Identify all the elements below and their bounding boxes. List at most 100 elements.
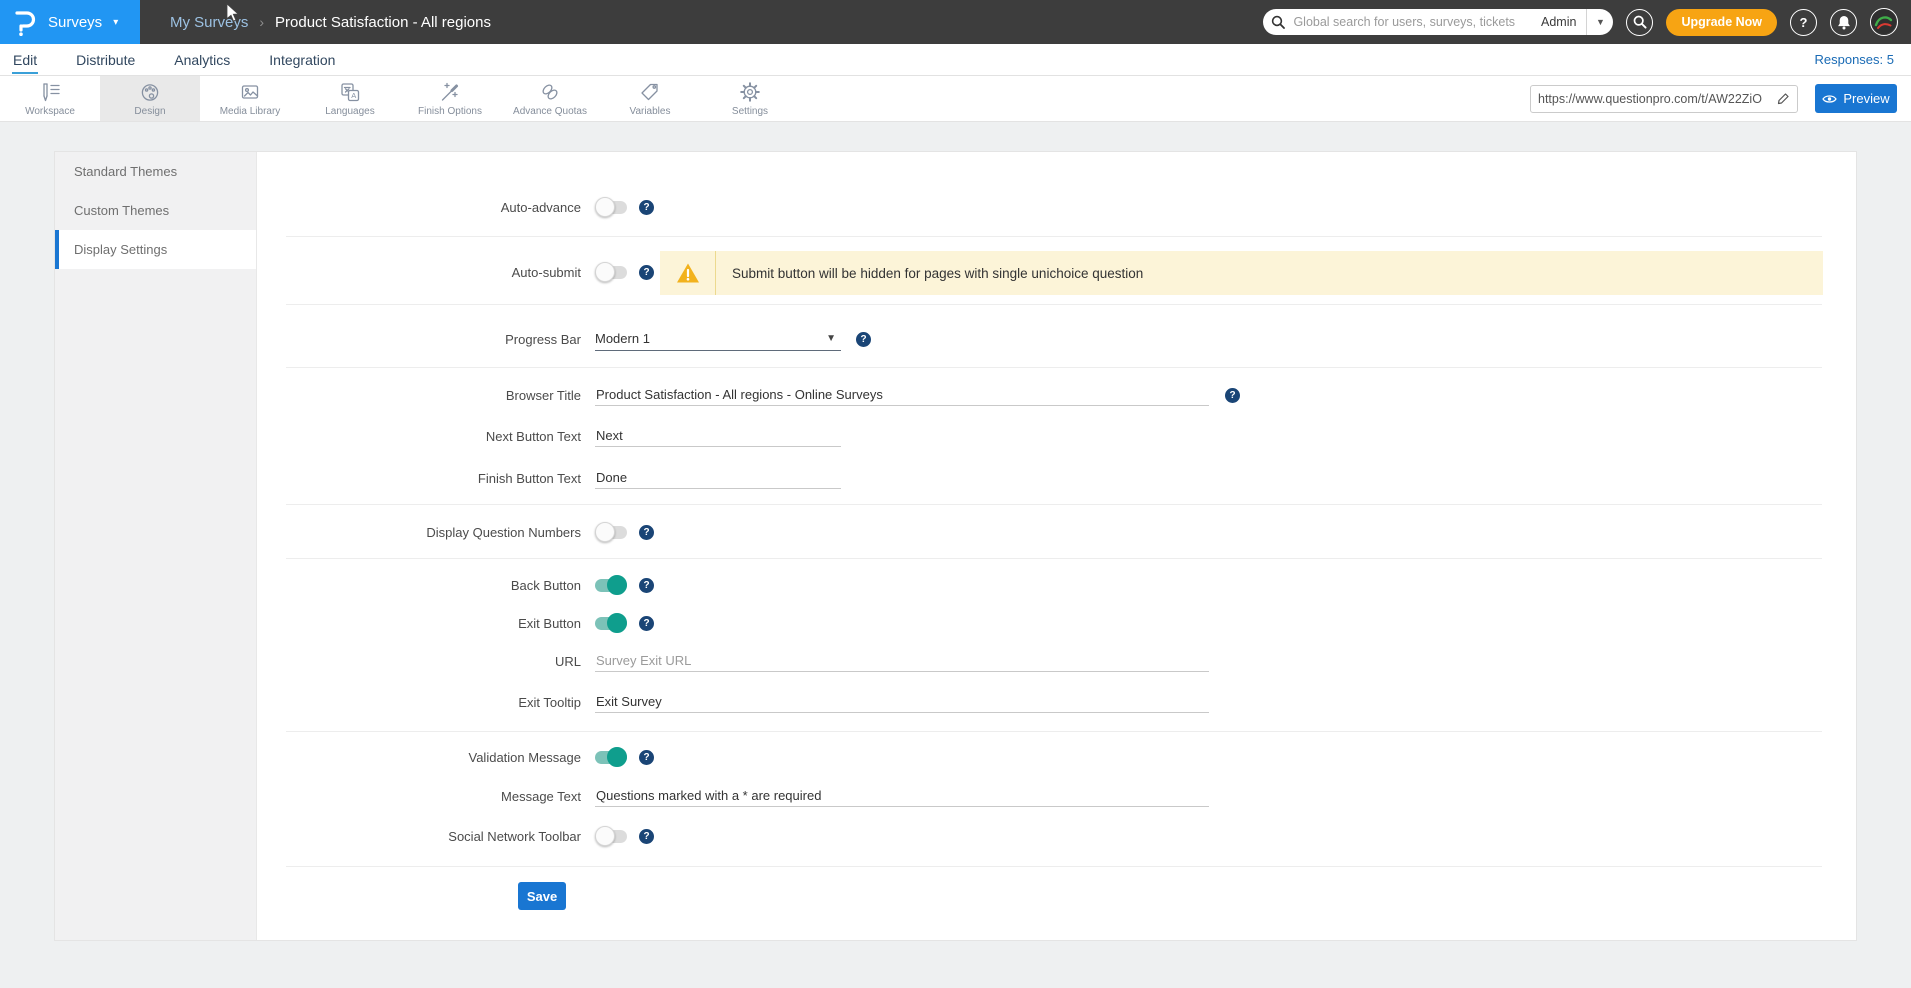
search-input[interactable] [1293,15,1531,29]
toggle-knob [595,262,615,282]
help-icon[interactable]: ? [856,332,871,347]
finish-button-text-input[interactable] [595,467,841,489]
sidebar-item-custom-themes[interactable]: Custom Themes [55,191,256,230]
validation-message-toggle[interactable] [595,751,627,764]
display-question-numbers-label: Display Question Numbers [257,525,581,540]
display-question-numbers-toggle[interactable] [595,526,627,539]
save-button[interactable]: Save [518,882,566,910]
help-icon[interactable]: ? [639,200,654,215]
auto-advance-toggle[interactable] [595,201,627,214]
divider [286,866,1822,867]
browser-title-input[interactable] [595,384,1209,406]
tab-integration[interactable]: Integration [268,46,336,74]
finish-options-wand-icon [438,80,462,104]
auto-advance-label: Auto-advance [257,200,581,215]
toolbar-item-advance-quotas[interactable]: Advance Quotas [500,76,600,121]
responses-count[interactable]: Responses: 5 [1815,52,1911,67]
social-network-toolbar-row: Social Network Toolbar ? [257,822,1822,850]
social-network-toolbar-toggle[interactable] [595,830,627,843]
toolbar-item-design[interactable]: Design [100,76,200,121]
tab-analytics[interactable]: Analytics [173,46,231,74]
toolbar-item-languages[interactable]: A Languages [300,76,400,121]
user-avatar[interactable] [1870,8,1898,36]
help-icon[interactable]: ? [639,750,654,765]
toolbar-item-settings[interactable]: Settings [700,76,800,121]
section-tabs: Edit Distribute Analytics Integration Re… [0,44,1911,76]
progress-bar-row: Progress Bar Modern 1 ▼ ? [257,325,1822,353]
eye-icon [1822,94,1837,104]
auto-advance-row: Auto-advance ? [257,193,1822,221]
browser-title-row: Browser Title ? [257,381,1822,409]
edit-url-button[interactable] [1769,86,1797,112]
next-button-text-label: Next Button Text [257,429,581,444]
toolbar-label: Finish Options [418,106,482,117]
toolbar-item-workspace[interactable]: Workspace [0,76,100,121]
notifications-button[interactable] [1830,9,1857,36]
auto-submit-label: Auto-submit [257,265,581,280]
app-menu[interactable]: Surveys ▾ [0,0,140,44]
breadcrumb-separator: › [259,14,264,30]
toolbar-item-finish-options[interactable]: Finish Options [400,76,500,121]
toolbar-label: Advance Quotas [513,106,587,117]
tab-distribute[interactable]: Distribute [75,46,136,74]
tab-edit[interactable]: Edit [12,46,38,74]
help-icon[interactable]: ? [639,265,654,280]
search-scope-selector[interactable]: Admin [1531,15,1586,29]
toolbar-item-variables[interactable]: Variables [600,76,700,121]
sidebar-item-label: Standard Themes [74,164,177,179]
message-text-label: Message Text [257,789,581,804]
validation-message-label: Validation Message [257,750,581,765]
sidebar-item-label: Custom Themes [74,203,169,218]
divider [286,558,1822,559]
help-button[interactable]: ? [1790,9,1817,36]
search-scope-caret-icon[interactable]: ▼ [1587,17,1613,27]
auto-submit-toggle[interactable] [595,266,627,279]
divider [286,504,1822,505]
design-palette-icon [138,80,162,104]
help-icon[interactable]: ? [639,829,654,844]
help-icon[interactable]: ? [639,525,654,540]
exit-tooltip-input[interactable] [595,691,1209,713]
search-icon [1633,15,1647,29]
back-button-toggle[interactable] [595,579,627,592]
search-icon [1263,15,1293,29]
chevron-down-icon: ▾ [113,17,118,28]
toggle-knob [607,747,627,767]
progress-bar-select[interactable]: Modern 1 ▼ [595,328,841,351]
exit-button-toggle[interactable] [595,617,627,630]
next-button-text-row: Next Button Text [257,422,1822,450]
toolbar-item-media-library[interactable]: Media Library [200,76,300,121]
main-content: Standard Themes Custom Themes Display Se… [0,122,1911,988]
auto-submit-warning: Submit button will be hidden for pages w… [660,251,1823,295]
mouse-cursor [226,3,240,23]
preview-button[interactable]: Preview [1815,84,1897,113]
survey-url-input[interactable] [1531,92,1769,106]
divider [286,731,1822,732]
help-icon[interactable]: ? [1225,388,1240,403]
help-icon[interactable]: ? [639,616,654,631]
bell-icon [1837,15,1851,30]
warning-message: Submit button will be hidden for pages w… [716,266,1143,281]
validation-message-row: Validation Message ? [257,743,1822,771]
sidebar-item-standard-themes[interactable]: Standard Themes [55,152,256,191]
message-text-input[interactable] [595,785,1209,807]
toggle-knob [595,197,615,217]
back-button-label: Back Button [257,578,581,593]
toolbar-right: Preview [1530,76,1911,121]
settings-card: Standard Themes Custom Themes Display Se… [54,151,1857,941]
search-submit-button[interactable] [1626,9,1653,36]
toolbar-label: Variables [630,106,671,117]
next-button-text-input[interactable] [595,425,841,447]
toggle-knob [595,826,615,846]
social-network-toolbar-label: Social Network Toolbar [257,829,581,844]
progress-bar-value: Modern 1 [595,331,650,346]
sidebar-item-display-settings[interactable]: Display Settings [55,230,256,269]
upgrade-now-button[interactable]: Upgrade Now [1666,9,1777,36]
exit-url-input[interactable] [595,650,1209,672]
divider [286,367,1822,368]
help-icon[interactable]: ? [639,578,654,593]
toolbar-label: Design [134,106,165,117]
display-question-numbers-row: Display Question Numbers ? [257,518,1822,546]
app-menu-label: Surveys [48,14,102,31]
toggle-knob [607,613,627,633]
